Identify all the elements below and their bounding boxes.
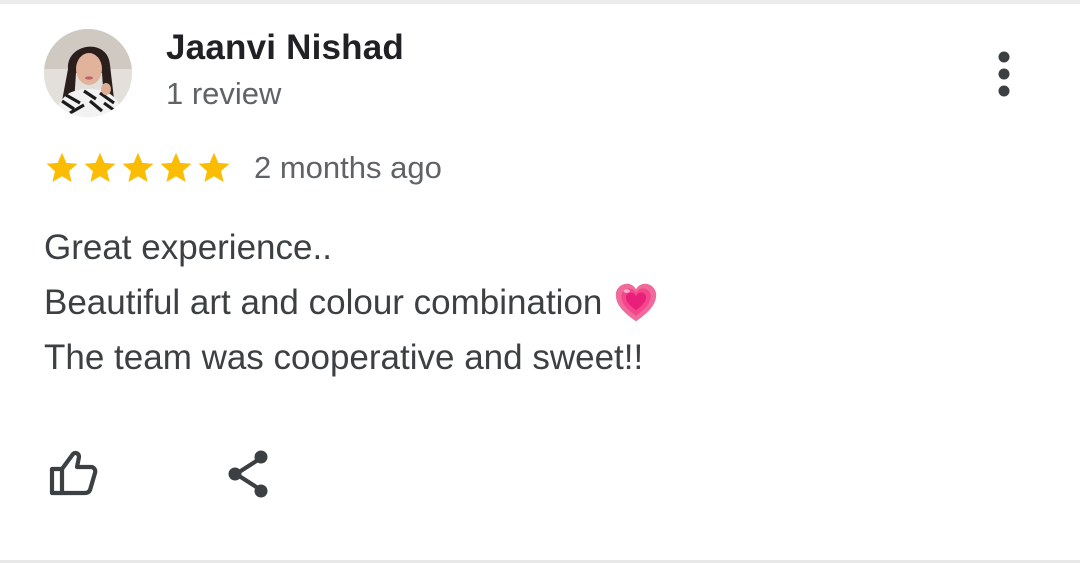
review-line: The team was cooperative and sweet!!: [44, 330, 1004, 385]
avatar[interactable]: [44, 29, 132, 117]
avatar-image: [44, 29, 132, 117]
author-name[interactable]: Jaanvi Nishad: [166, 28, 404, 68]
share-icon: [228, 450, 268, 498]
like-button[interactable]: [44, 446, 102, 500]
more-options-button[interactable]: [980, 44, 1028, 104]
review-line: Great experience..: [44, 220, 1004, 275]
review-line-text: Great experience..: [44, 228, 332, 267]
more-vert-icon: [998, 51, 1010, 97]
growing-heart-emoji: [616, 283, 657, 321]
review-line-text: The team was cooperative and sweet!!: [44, 338, 644, 377]
review-line-text: Beautiful art and colour combination: [44, 283, 603, 322]
rating-row: 2 months ago: [44, 146, 442, 190]
star-icon: [160, 152, 192, 182]
thumbs-up-icon: [49, 450, 98, 496]
review-body: Great experience.. Beautiful art and col…: [44, 220, 1004, 385]
review-card: Jaanvi Nishad 1 review 2 months ago Grea…: [0, 0, 1080, 563]
review-line: Beautiful art and colour combination: [44, 275, 1004, 330]
star-icon: [122, 152, 154, 182]
star-icon: [46, 152, 78, 182]
star-rating: [44, 150, 232, 186]
review-date: 2 months ago: [254, 150, 442, 185]
share-button[interactable]: [220, 446, 276, 502]
star-icon: [198, 152, 230, 182]
review-count: 1 review: [166, 76, 282, 111]
star-icon: [84, 152, 116, 182]
